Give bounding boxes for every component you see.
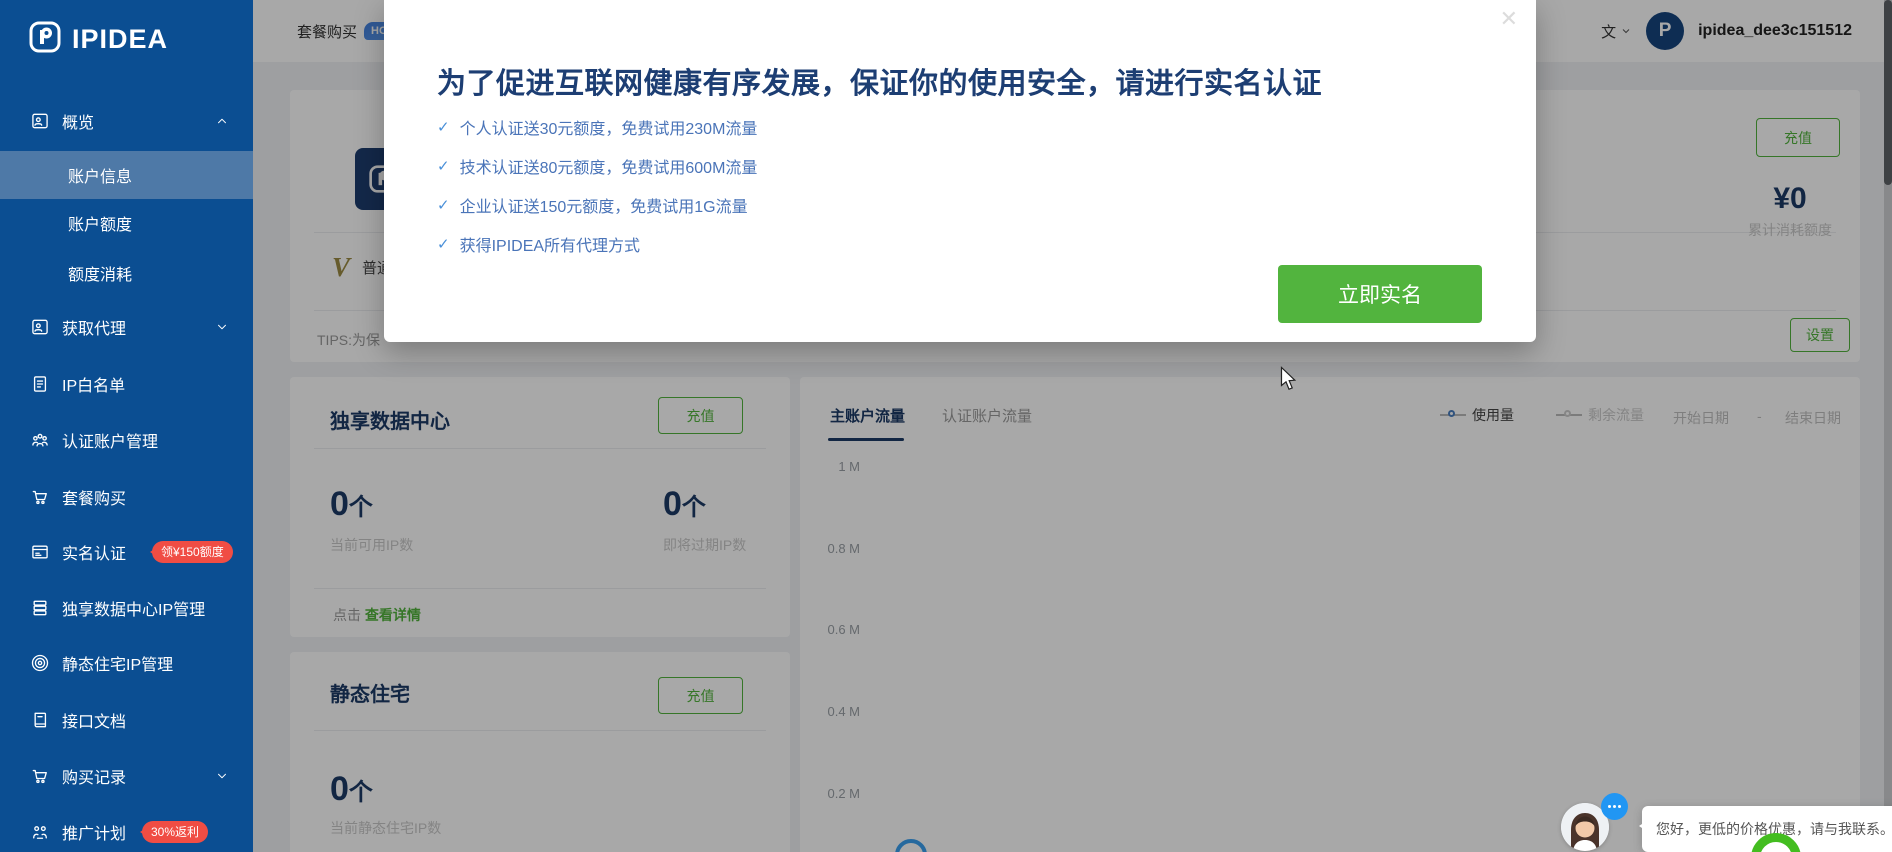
sidebar-item-label: 概览 xyxy=(62,115,95,132)
close-icon[interactable]: ✕ xyxy=(1500,8,1518,30)
document-icon xyxy=(30,374,50,394)
sidebar-item-label: 静态住宅IP管理 xyxy=(62,657,174,674)
rings-icon xyxy=(30,653,50,673)
cart-icon xyxy=(30,487,50,507)
id-card-icon xyxy=(30,317,50,337)
sidebar-item-label: 认证账户管理 xyxy=(62,434,159,451)
sidebar-item-realname-auth[interactable]: 实名认证 领¥150额度 xyxy=(0,530,253,574)
ipidea-logo-icon xyxy=(28,20,62,59)
referral-rebate-badge: 30%返利 xyxy=(139,821,209,843)
server-stack-icon xyxy=(30,598,50,618)
sidebar-item-label: 套餐购买 xyxy=(62,491,127,508)
book-icon xyxy=(30,710,50,730)
chat-dots-icon xyxy=(1601,793,1628,820)
sidebar-item-plan-purchase[interactable]: 套餐购买 xyxy=(0,475,253,519)
sidebar-item-label: 额度消耗 xyxy=(68,267,133,284)
share-people-icon xyxy=(30,822,50,842)
sidebar-item-account-quota[interactable]: 账户额度 xyxy=(0,201,253,245)
sidebar-item-label: 账户信息 xyxy=(68,169,133,186)
brand-name: IPIDEA xyxy=(72,24,169,54)
benefit-list: ✓ 个人认证送30元额度，免费试用230M流量 ✓ 技术认证送80元额度，免费试… xyxy=(437,115,757,256)
benefit-text: 获得IPIDEA所有代理方式 xyxy=(459,238,641,255)
benefit-text: 个人认证送30元额度，免费试用230M流量 xyxy=(459,121,758,138)
realname-bonus-badge: 领¥150额度 xyxy=(150,541,233,563)
sidebar-item-label: 推广计划 xyxy=(62,826,127,843)
sidebar-item-quota-usage[interactable]: 额度消耗 xyxy=(0,251,253,295)
id-badge-icon xyxy=(30,542,50,562)
verify-now-button[interactable]: 立即实名 xyxy=(1278,265,1482,323)
benefit-item: ✓ 技术认证送80元额度，免费试用600M流量 xyxy=(437,154,757,178)
sidebar-item-label: 购买记录 xyxy=(62,770,127,787)
sidebar-item-label: 独享数据中心IP管理 xyxy=(62,602,206,619)
check-icon: ✓ xyxy=(437,158,450,175)
sidebar-item-label: 实名认证 xyxy=(62,546,127,563)
check-icon: ✓ xyxy=(437,236,450,253)
sidebar-item-purchase-history[interactable]: 购买记录 xyxy=(0,754,253,798)
sidebar-item-label: 接口文档 xyxy=(62,714,127,731)
sidebar-item-overview[interactable]: 概览 xyxy=(0,99,253,143)
benefit-item: ✓ 个人认证送30元额度，免费试用230M流量 xyxy=(437,115,757,139)
benefit-text: 技术认证送80元额度，免费试用600M流量 xyxy=(459,160,758,177)
chevron-up-icon xyxy=(215,114,229,128)
cart-icon xyxy=(30,766,50,786)
app-window: IPIDEA 概览 账户信息 账户额度 额度消耗 获取代理 IP白名单 认证账户… xyxy=(0,0,1892,852)
benefit-item: ✓ 企业认证送150元额度，免费试用1G流量 xyxy=(437,193,757,217)
sidebar: IPIDEA 概览 账户信息 账户额度 额度消耗 获取代理 IP白名单 认证账户… xyxy=(0,0,253,852)
sidebar-item-auth-account-mgmt[interactable]: 认证账户管理 xyxy=(0,418,253,462)
chevron-down-icon xyxy=(215,320,229,334)
modal-title: 为了促进互联网健康有序发展，保证你的使用安全，请进行实名认证 xyxy=(437,68,1323,100)
sidebar-item-dedicated-dc-ip[interactable]: 独享数据中心IP管理 xyxy=(0,586,253,630)
sidebar-item-static-residential-ip[interactable]: 静态住宅IP管理 xyxy=(0,641,253,685)
sidebar-item-get-proxy[interactable]: 获取代理 xyxy=(0,305,253,349)
sidebar-item-api-docs[interactable]: 接口文档 xyxy=(0,698,253,742)
check-icon: ✓ xyxy=(437,119,450,136)
realname-auth-modal: ✕ 为了促进互联网健康有序发展，保证你的使用安全，请进行实名认证 ✓ 个人认证送… xyxy=(384,0,1536,342)
chevron-down-icon xyxy=(215,769,229,783)
id-card-icon xyxy=(30,111,50,131)
check-icon: ✓ xyxy=(437,197,450,214)
sidebar-item-account-info[interactable]: 账户信息 xyxy=(0,151,253,199)
sidebar-item-ip-whitelist[interactable]: IP白名单 xyxy=(0,362,253,406)
sidebar-item-label: 账户额度 xyxy=(68,217,133,234)
brand-logo[interactable]: IPIDEA xyxy=(28,20,168,59)
people-icon xyxy=(30,430,50,450)
benefit-text: 企业认证送150元额度，免费试用1G流量 xyxy=(459,199,748,216)
sidebar-item-referral-program[interactable]: 推广计划 30%返利 xyxy=(0,810,253,852)
benefit-item: ✓ 获得IPIDEA所有代理方式 xyxy=(437,232,757,256)
sidebar-item-label: IP白名单 xyxy=(62,378,126,395)
sidebar-item-label: 获取代理 xyxy=(62,321,127,338)
